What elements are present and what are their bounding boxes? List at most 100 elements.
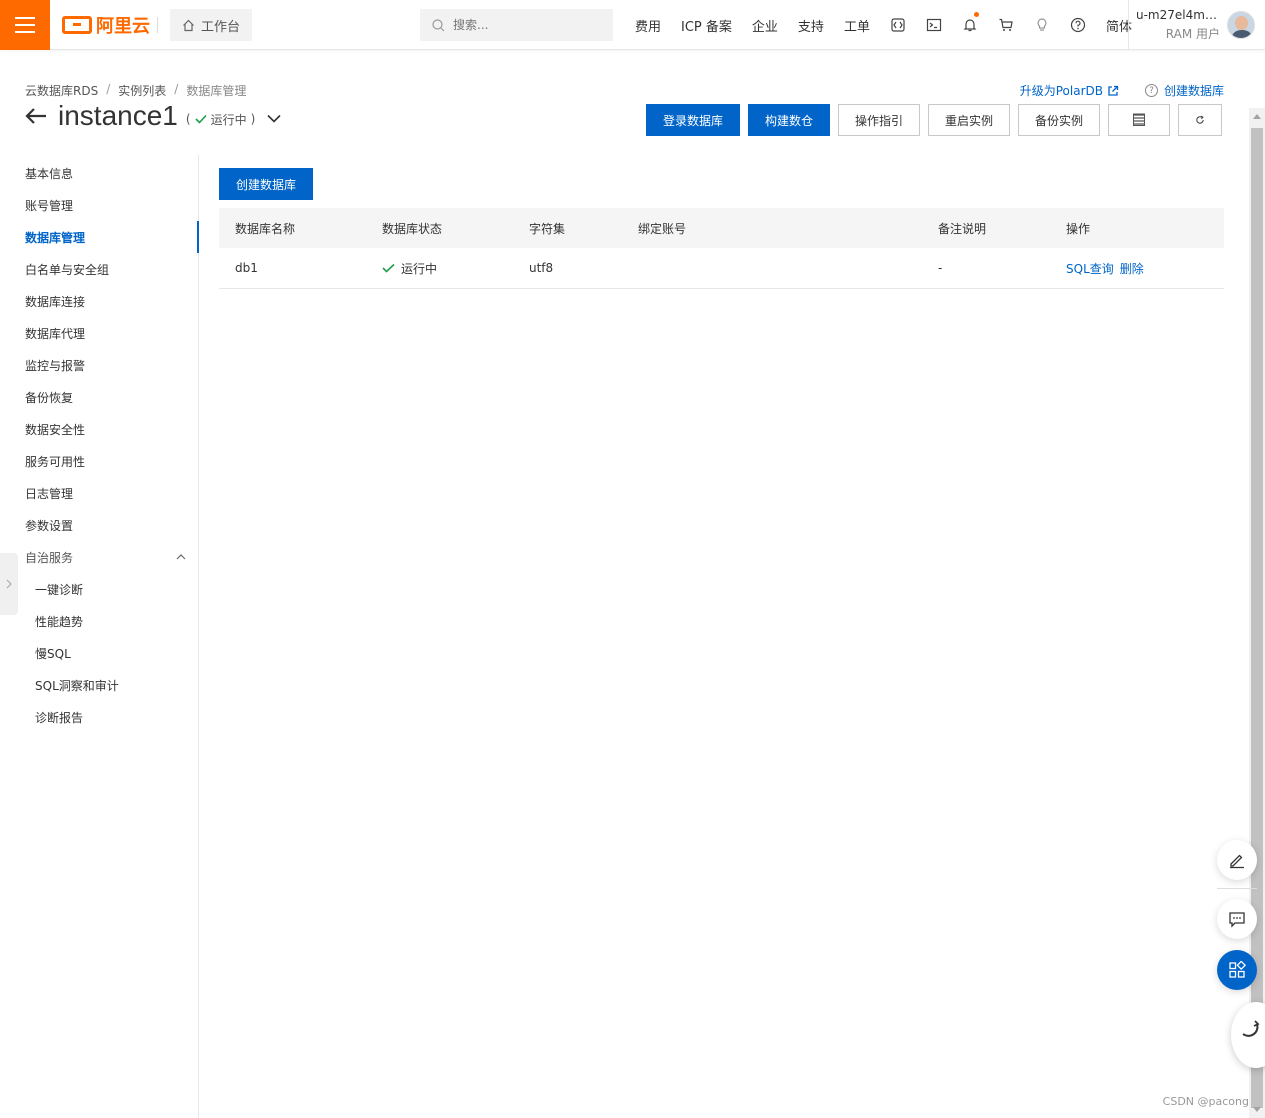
nav-ticket[interactable]: 工单 xyxy=(834,16,880,35)
page-header: instance1 ( 运行中 ) xyxy=(24,98,281,134)
nav-support[interactable]: 支持 xyxy=(788,16,834,35)
assistant-icon xyxy=(1242,1020,1260,1037)
sidebar-item-proxy[interactable]: 数据库代理 xyxy=(0,317,198,349)
db-charset: utf8 xyxy=(529,261,554,275)
breadcrumb-rds[interactable]: 云数据库RDS xyxy=(25,82,98,99)
watermark: CSDN @pacong xyxy=(1162,1095,1249,1108)
scroll-down-icon[interactable] xyxy=(1253,1107,1261,1112)
col-charset: 字符集 xyxy=(529,221,566,236)
check-icon xyxy=(194,114,207,124)
list-icon xyxy=(1133,113,1145,126)
grid-icon xyxy=(1229,961,1246,978)
chevron-down-icon[interactable] xyxy=(267,112,281,126)
menu-icon[interactable] xyxy=(0,0,50,50)
sidebar-group-label: 自治服务 xyxy=(25,550,74,565)
apps-float-button[interactable] xyxy=(1217,950,1257,990)
bell-icon[interactable] xyxy=(952,0,988,50)
terminal-icon[interactable] xyxy=(916,0,952,50)
col-remark: 备注说明 xyxy=(938,221,987,236)
sidebar: 基本信息 账号管理 数据库管理 白名单与安全组 数据库连接 数据库代理 监控与报… xyxy=(0,155,199,1118)
sidebar-item-logs[interactable]: 日志管理 xyxy=(0,477,198,509)
page-title: instance1 xyxy=(58,100,178,131)
sidebar-group-autonomy[interactable]: 自治服务 xyxy=(0,541,198,573)
delete-link[interactable]: 删除 xyxy=(1120,260,1144,277)
col-name: 数据库名称 xyxy=(235,221,296,236)
top-navbar: 阿里云 工作台 费用 ICP 备案 企业 支持 工单 xyxy=(0,0,1265,50)
login-database-button[interactable]: 登录数据库 xyxy=(646,104,740,136)
cart-icon[interactable] xyxy=(988,0,1024,50)
edit-float-button[interactable] xyxy=(1217,840,1257,880)
backup-instance-button[interactable]: 备份实例 xyxy=(1018,104,1100,136)
brand-name: 阿里云 xyxy=(96,16,150,37)
workbench-button[interactable]: 工作台 xyxy=(170,9,252,41)
edit-icon xyxy=(1230,854,1244,869)
avatar[interactable] xyxy=(1227,11,1255,39)
col-account: 绑定账号 xyxy=(638,221,687,236)
feedback-float-button[interactable] xyxy=(1217,899,1257,939)
assistant-float-button[interactable] xyxy=(1231,1002,1265,1068)
search-box[interactable] xyxy=(420,9,613,41)
divider xyxy=(1217,888,1257,889)
sidebar-item-databases[interactable]: 数据库管理 xyxy=(0,221,199,253)
search-input[interactable] xyxy=(453,18,593,32)
sidebar-item-diagnosis[interactable]: 一键诊断 xyxy=(0,573,198,605)
divider xyxy=(1128,0,1129,50)
sidebar-item-parameters[interactable]: 参数设置 xyxy=(0,509,198,541)
refresh-button[interactable] xyxy=(1178,104,1222,136)
sidebar-toggle[interactable] xyxy=(0,553,18,615)
sidebar-item-sql-audit[interactable]: SQL洞察和审计 xyxy=(0,669,198,701)
sidebar-item-backup[interactable]: 备份恢复 xyxy=(0,381,198,413)
row-actions: SQL查询 删除 xyxy=(1066,260,1144,277)
create-database-button[interactable]: 创建数据库 xyxy=(219,168,313,200)
sidebar-item-accounts[interactable]: 账号管理 xyxy=(0,189,198,221)
nav-icp[interactable]: ICP 备案 xyxy=(671,16,742,35)
nav-billing[interactable]: 费用 xyxy=(625,16,671,35)
help-circle-icon: ? xyxy=(1144,84,1158,97)
back-arrow-icon[interactable] xyxy=(24,103,50,129)
nav-enterprise[interactable]: 企业 xyxy=(742,16,788,35)
sidebar-item-whitelist[interactable]: 白名单与安全组 xyxy=(0,253,198,285)
chevron-up-icon xyxy=(176,554,186,560)
sidebar-item-monitoring[interactable]: 监控与报警 xyxy=(0,349,198,381)
code-icon[interactable] xyxy=(880,0,916,50)
table-row: db1 运行中 utf8 - SQL查询 删除 xyxy=(219,248,1224,289)
guide-button[interactable]: 操作指引 xyxy=(838,104,920,136)
col-actions: 操作 xyxy=(1066,221,1091,236)
header-links: 升级为PolarDB ? 创建数据库 xyxy=(1020,82,1224,99)
status-label: 运行中 xyxy=(210,112,247,127)
user-name: u-m27el4mo... xyxy=(1136,8,1220,22)
create-database-link[interactable]: 创建数据库 xyxy=(1164,82,1224,99)
breadcrumb-instance-list[interactable]: 实例列表 xyxy=(118,82,166,99)
breadcrumb-current: 数据库管理 xyxy=(186,84,247,98)
sql-query-link[interactable]: SQL查询 xyxy=(1066,260,1114,277)
sidebar-item-performance[interactable]: 性能趋势 xyxy=(0,605,198,637)
upgrade-polardb-link[interactable]: 升级为PolarDB xyxy=(1020,82,1119,99)
action-bar: 登录数据库 构建数仓 操作指引 重启实例 备份实例 xyxy=(646,104,1222,136)
notification-dot xyxy=(973,12,979,17)
user-menu[interactable]: u-m27el4mo... RAM 用户 xyxy=(1136,8,1220,42)
sidebar-item-connection[interactable]: 数据库连接 xyxy=(0,285,198,317)
list-menu-button[interactable] xyxy=(1108,104,1170,136)
divider xyxy=(157,17,158,33)
db-name: db1 xyxy=(235,261,258,275)
lightbulb-icon[interactable] xyxy=(1024,0,1060,50)
build-warehouse-button[interactable]: 构建数仓 xyxy=(748,104,830,136)
check-icon xyxy=(382,263,395,273)
restart-instance-button[interactable]: 重启实例 xyxy=(928,104,1010,136)
scroll-up-icon[interactable] xyxy=(1253,114,1261,119)
external-link-icon xyxy=(1108,85,1119,96)
chevron-right-icon xyxy=(6,579,12,589)
sidebar-item-security[interactable]: 数据安全性 xyxy=(0,413,198,445)
sidebar-item-slow-sql[interactable]: 慢SQL xyxy=(0,637,198,669)
database-table: 数据库名称 数据库状态 字符集 绑定账号 备注说明 操作 db1 运行中 utf… xyxy=(219,208,1224,289)
sidebar-item-report[interactable]: 诊断报告 xyxy=(0,701,198,733)
table-header: 数据库名称 数据库状态 字符集 绑定账号 备注说明 操作 xyxy=(219,208,1224,248)
user-role: RAM 用户 xyxy=(1165,27,1220,41)
help-icon[interactable] xyxy=(1060,0,1096,50)
aliyun-logo-icon xyxy=(62,16,92,34)
brand-logo[interactable]: 阿里云 xyxy=(62,13,150,37)
instance-status: ( 运行中 ) xyxy=(185,112,256,127)
sidebar-item-basic-info[interactable]: 基本信息 xyxy=(0,157,198,189)
search-icon xyxy=(432,18,445,31)
sidebar-item-availability[interactable]: 服务可用性 xyxy=(0,445,198,477)
